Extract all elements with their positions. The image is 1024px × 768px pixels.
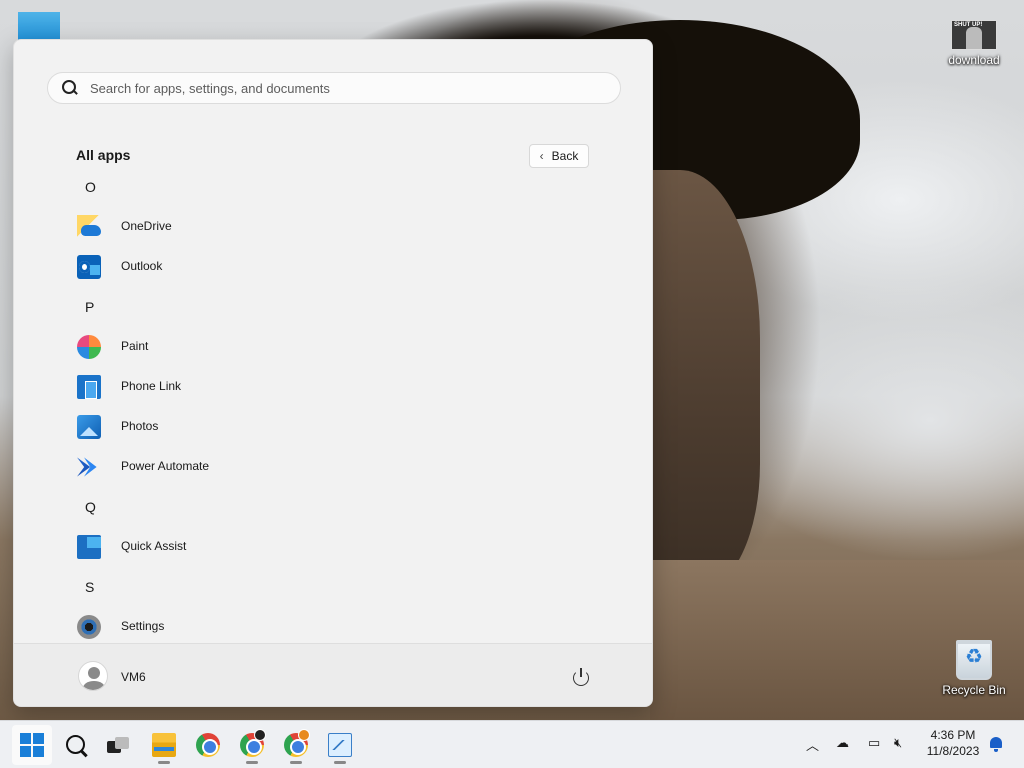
outlook-icon — [77, 255, 101, 279]
search-icon — [64, 733, 88, 757]
desktop-icon-label: download — [948, 53, 1000, 67]
taskbar-start-button[interactable] — [12, 725, 52, 765]
app-item-settings[interactable]: Settings — [14, 607, 652, 643]
start-search-box[interactable] — [47, 72, 621, 104]
start-search-input[interactable] — [90, 80, 590, 96]
app-name: Power Automate — [121, 459, 210, 473]
app-item-paint[interactable]: Paint — [14, 327, 652, 367]
settings-gear-icon — [77, 615, 101, 639]
app-item-phone-link[interactable]: Phone Link — [14, 367, 652, 407]
power-icon[interactable] — [572, 668, 590, 686]
app-item-power-automate[interactable]: Power Automate — [14, 447, 652, 487]
taskbar-file-explorer[interactable] — [144, 725, 184, 765]
folder-icon — [152, 733, 176, 757]
taskbar-chrome[interactable] — [188, 725, 228, 765]
bell-icon[interactable] — [989, 736, 1003, 752]
task-view-icon — [106, 733, 130, 757]
taskbar-task-view-button[interactable] — [98, 725, 138, 765]
taskbar-search-button[interactable] — [56, 725, 96, 765]
clock-date: 11/8/2023 — [926, 744, 980, 758]
paint-icon — [77, 335, 101, 359]
all-apps-list[interactable]: O OneDrive Outlook P Paint Phone Link Ph… — [14, 167, 652, 643]
back-button-label: Back — [551, 149, 579, 163]
running-indicator — [290, 761, 302, 764]
chrome-icon — [196, 733, 220, 757]
app-item-photos[interactable]: Photos — [14, 407, 652, 447]
desktop-icon-label: Recycle Bin — [942, 683, 1006, 697]
taskbar-chrome-profile-2[interactable] — [276, 725, 316, 765]
app-item-onedrive[interactable]: OneDrive — [14, 207, 652, 247]
app-item-quick-assist[interactable]: Quick Assist — [14, 527, 652, 567]
app-name: OneDrive — [121, 219, 172, 233]
image-file-icon: SHUT UP! — [951, 20, 997, 50]
recycle-bin-icon: ♻ — [956, 640, 992, 680]
search-icon — [62, 80, 78, 96]
cloud-offline-icon[interactable]: ☁ — [836, 735, 849, 755]
chrome-icon — [284, 729, 310, 757]
taskbar-resource-monitor[interactable] — [320, 725, 360, 765]
network-icon[interactable]: ▭ — [868, 735, 880, 755]
app-name: Outlook — [121, 259, 163, 273]
chrome-icon — [240, 729, 266, 757]
onedrive-icon — [77, 215, 101, 239]
letter-header-text: S — [85, 579, 95, 595]
start-menu: All apps ‹ Back O OneDrive Outlook P Pai… — [13, 39, 653, 707]
running-indicator — [246, 761, 258, 764]
phone-link-icon — [77, 375, 101, 399]
desktop-partial-icon[interactable] — [18, 12, 60, 42]
list-letter-header[interactable]: O — [14, 167, 652, 207]
clock-time: 4:36 PM — [930, 728, 976, 742]
app-name: Settings — [121, 619, 165, 633]
letter-header-text: O — [85, 179, 96, 195]
letter-header-text: Q — [85, 499, 96, 515]
app-item-outlook[interactable]: Outlook — [14, 247, 652, 287]
taskbar: ︿ ☁ ▭ 🔇︎ 4:36 PM 11/8/2023 — [0, 720, 1024, 768]
monitor-chart-icon — [328, 733, 352, 757]
user-avatar[interactable] — [78, 661, 108, 691]
running-indicator — [158, 761, 170, 764]
app-name: Quick Assist — [121, 539, 187, 553]
app-name: Paint — [121, 339, 149, 353]
photos-icon — [77, 415, 101, 439]
letter-header-text: P — [85, 299, 95, 315]
taskbar-chrome-profile-1[interactable] — [232, 725, 272, 765]
taskbar-clock[interactable]: 4:36 PM 11/8/2023 — [922, 727, 984, 759]
chevron-left-icon: ‹ — [539, 149, 544, 163]
app-name: Photos — [121, 419, 159, 433]
list-letter-header[interactable]: S — [14, 567, 652, 607]
list-letter-header[interactable]: P — [14, 287, 652, 327]
list-letter-header[interactable]: Q — [14, 487, 652, 527]
download-thumbnail-text: SHUT UP! — [954, 22, 983, 28]
windows-logo-icon — [20, 733, 44, 757]
all-apps-heading: All apps — [76, 147, 131, 163]
profile-badge-icon — [254, 729, 266, 741]
start-menu-footer: VM6 — [14, 643, 652, 706]
running-indicator — [334, 761, 346, 764]
quick-assist-icon — [77, 535, 101, 559]
power-automate-icon — [77, 457, 91, 477]
desktop-icon-recycle-bin[interactable]: ♻ Recycle Bin — [939, 640, 1009, 697]
app-name: Phone Link — [121, 379, 182, 393]
volume-muted-icon[interactable]: 🔇︎ — [894, 735, 902, 755]
back-button[interactable]: ‹ Back — [529, 144, 589, 168]
user-name[interactable]: VM6 — [121, 670, 146, 684]
chevron-up-icon[interactable]: ︿ — [806, 735, 819, 755]
profile-badge-icon — [298, 729, 310, 741]
desktop-icon-download[interactable]: SHUT UP! download — [939, 20, 1009, 67]
